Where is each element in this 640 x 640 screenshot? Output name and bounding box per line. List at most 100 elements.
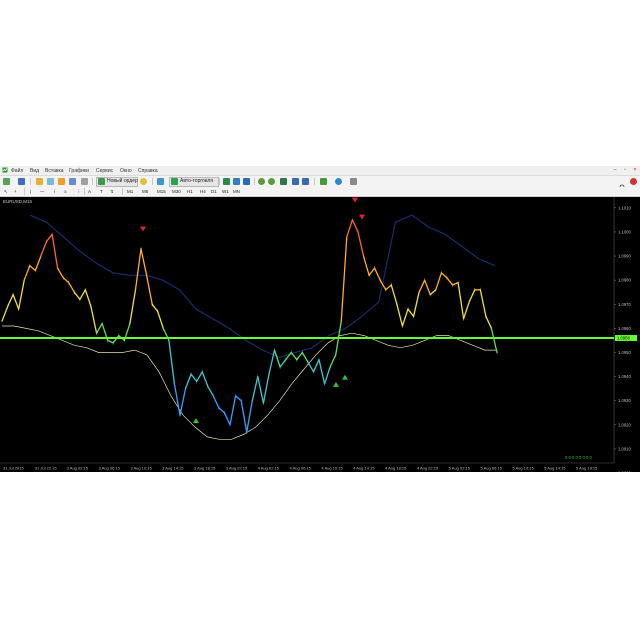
timeframe-m5[interactable]: M5 (142, 188, 148, 195)
chart-window[interactable]: 1.1010 1.1000 1.0990 1.0980 1.0970 1.0960 1.09… (0, 197, 640, 472)
periods-icon[interactable] (335, 178, 342, 185)
new-order-label: Новый ордер (107, 178, 138, 184)
menu-window[interactable]: Окно (120, 168, 132, 174)
equidistant-channel-icon[interactable]: ≡ (64, 188, 67, 195)
horizontal-line-icon[interactable]: — (40, 188, 45, 195)
price-segment (29, 265, 37, 272)
toolbar-separator (219, 178, 220, 185)
autotrading-icon (171, 178, 178, 185)
signal-up-arrow-icon (193, 418, 199, 424)
zoom-out-icon[interactable] (268, 178, 275, 185)
time-tick-label: 4 Aug 02:15 (258, 466, 280, 471)
timeframe-m30[interactable]: M30 (172, 188, 181, 195)
chart-shift-icon[interactable] (292, 178, 299, 185)
search-icon[interactable] (619, 178, 626, 191)
price-segment (457, 281, 465, 320)
price-segment (129, 289, 137, 325)
profiles-icon[interactable] (18, 178, 25, 185)
price-segment (1, 306, 9, 322)
market-watch-icon[interactable] (36, 178, 43, 185)
navigator-icon[interactable] (58, 178, 65, 185)
cursor-icon[interactable]: ↖ (4, 188, 8, 195)
price-segment (273, 349, 281, 368)
price-segment (34, 255, 42, 272)
community-icon[interactable] (630, 178, 637, 185)
menu-insert[interactable]: Вставка (45, 168, 64, 174)
new-order-icon (98, 178, 105, 185)
price-segment (234, 395, 242, 402)
time-tick-label: 4 Aug 06:15 (290, 466, 312, 471)
indicators-icon[interactable] (320, 178, 327, 185)
restore-icon[interactable]: ▫ (622, 167, 628, 173)
metaeditor-icon[interactable] (140, 178, 147, 185)
timeframe-d1[interactable]: D1 (211, 188, 217, 195)
price-segment (357, 231, 365, 257)
price-segment (312, 359, 320, 373)
price-segment (112, 334, 120, 344)
vertical-line-icon[interactable]: | (30, 188, 31, 195)
price-segment (218, 407, 226, 414)
menu-view[interactable]: Вид (30, 168, 39, 174)
auto-scroll-icon[interactable] (302, 178, 309, 185)
price-segment (229, 395, 237, 426)
toolbar-separator (152, 178, 153, 185)
price-segment (18, 279, 25, 310)
new-chart-icon[interactable] (3, 178, 10, 185)
strategy-tester-icon[interactable] (81, 178, 88, 185)
timeframe-mn[interactable]: MN (233, 188, 240, 195)
zoom-in-icon[interactable] (258, 178, 265, 185)
price-segment (184, 373, 192, 390)
text-label-icon[interactable]: T (100, 188, 103, 195)
price-segment (84, 289, 92, 308)
menu-tools[interactable]: Сервис (96, 168, 113, 174)
price-segment (95, 322, 103, 334)
price-segment (446, 277, 454, 286)
line-chart-icon[interactable] (243, 178, 250, 185)
crosshair-icon[interactable]: + (14, 188, 17, 195)
price-segment (340, 236, 348, 322)
new-order-button[interactable]: Новый ордер (96, 177, 138, 187)
indicator-readout: 0 0 0 0 0 0 0 0 (565, 455, 592, 460)
timeframe-m15[interactable]: M15 (157, 188, 166, 195)
price-segment (396, 303, 404, 327)
terminal-icon[interactable] (69, 178, 76, 185)
timeframe-h4[interactable]: H4 (200, 188, 206, 195)
trading-terminal-window: Файл Вид Вставка Графики Сервис Окно Спр… (0, 166, 640, 472)
templates-icon[interactable] (350, 178, 357, 185)
autotrading-button[interactable]: Авто-торговля (169, 177, 219, 187)
tile-windows-icon[interactable] (280, 178, 287, 185)
terminal-logo-icon (2, 167, 8, 173)
menu-help[interactable]: Справка (138, 168, 158, 174)
time-tick-label: 3 Aug 22:15 (226, 466, 248, 471)
timeframe-w1[interactable]: W1 (222, 188, 229, 195)
price-segment (196, 371, 203, 383)
price-segment (90, 306, 98, 334)
price-segment (207, 385, 214, 397)
price-segment (440, 272, 448, 279)
price-segment (429, 289, 437, 296)
price-chart[interactable]: 1.1010 1.1000 1.0990 1.0980 1.0970 1.0960 1.09… (0, 197, 640, 472)
fibonacci-icon[interactable]: ⋮ (76, 188, 81, 195)
text-tool-icon[interactable]: A (88, 188, 91, 195)
candlestick-icon[interactable] (233, 178, 240, 185)
minimize-icon[interactable]: – (612, 167, 618, 173)
menu-charts[interactable]: Графики (69, 168, 89, 174)
price-tick-label: 1.1010 (618, 205, 631, 210)
timeframe-m1[interactable]: M1 (127, 188, 133, 195)
time-tick-label: 3 Aug 18:15 (194, 466, 216, 471)
price-segment (468, 289, 476, 303)
data-window-icon[interactable] (47, 178, 54, 185)
expert-icon[interactable] (157, 178, 164, 185)
price-segment (262, 373, 270, 404)
price-segment (168, 339, 176, 385)
bar-chart-icon[interactable] (223, 178, 230, 185)
price-segment (307, 361, 315, 373)
menu-file[interactable]: Файл (11, 168, 23, 174)
price-tick-label: 1.0990 (618, 254, 631, 259)
price-segment (407, 308, 415, 317)
price-segment (201, 371, 209, 387)
timeframe-h1[interactable]: H1 (187, 188, 193, 195)
arrows-icon[interactable]: ↯ (110, 188, 114, 195)
trendline-icon[interactable]: / (54, 188, 55, 195)
close-icon[interactable]: × (632, 167, 638, 173)
